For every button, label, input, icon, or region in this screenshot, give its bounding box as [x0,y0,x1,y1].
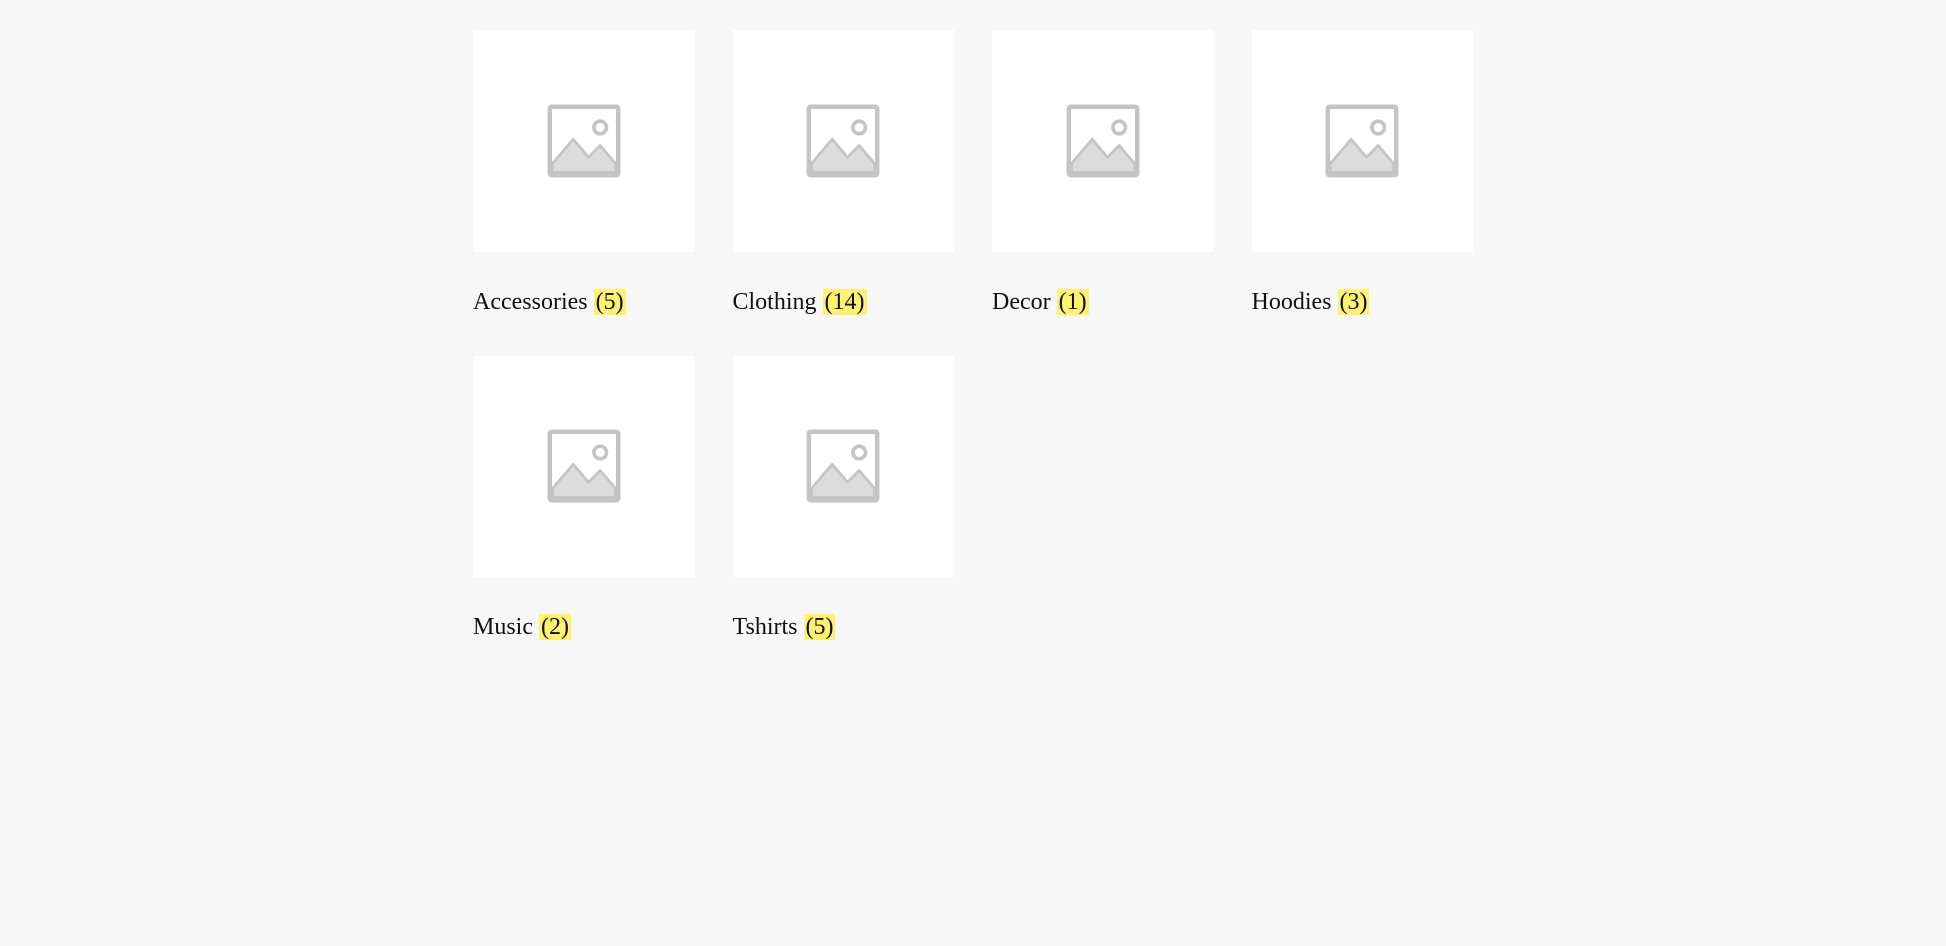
category-name: Decor [992,289,1051,315]
category-name: Accessories [473,289,588,315]
category-count: (14) [823,289,867,315]
category-count: (2) [539,614,571,640]
category-title: Tshirts (5) [733,612,955,643]
image-placeholder-icon [1058,96,1148,186]
category-title: Accessories (5) [473,287,695,318]
category-count: (5) [594,289,626,315]
image-placeholder-icon [539,421,629,511]
category-count: (1) [1057,289,1089,315]
category-title: Music (2) [473,612,695,643]
image-placeholder-icon [1317,96,1407,186]
category-image-placeholder [733,356,955,578]
image-placeholder-icon [798,421,888,511]
category-image-placeholder [992,30,1214,252]
category-card-hoodies[interactable]: Hoodies (3) [1252,30,1474,318]
image-placeholder-icon [539,96,629,186]
category-container: Accessories (5) Clothing (14) [453,30,1493,643]
category-card-decor[interactable]: Decor (1) [992,30,1214,318]
category-name: Tshirts [733,614,798,640]
category-count: (3) [1338,289,1370,315]
category-name: Hoodies [1252,289,1332,315]
category-card-music[interactable]: Music (2) [473,356,695,644]
category-name: Music [473,614,533,640]
category-image-placeholder [1252,30,1474,252]
category-title: Clothing (14) [733,287,955,318]
category-grid: Accessories (5) Clothing (14) [473,30,1473,643]
category-image-placeholder [473,30,695,252]
category-card-accessories[interactable]: Accessories (5) [473,30,695,318]
category-title: Hoodies (3) [1252,287,1474,318]
category-name: Clothing [733,289,817,315]
category-card-clothing[interactable]: Clothing (14) [733,30,955,318]
category-image-placeholder [473,356,695,578]
category-title: Decor (1) [992,287,1214,318]
category-card-tshirts[interactable]: Tshirts (5) [733,356,955,644]
image-placeholder-icon [798,96,888,186]
category-image-placeholder [733,30,955,252]
category-count: (5) [804,614,836,640]
